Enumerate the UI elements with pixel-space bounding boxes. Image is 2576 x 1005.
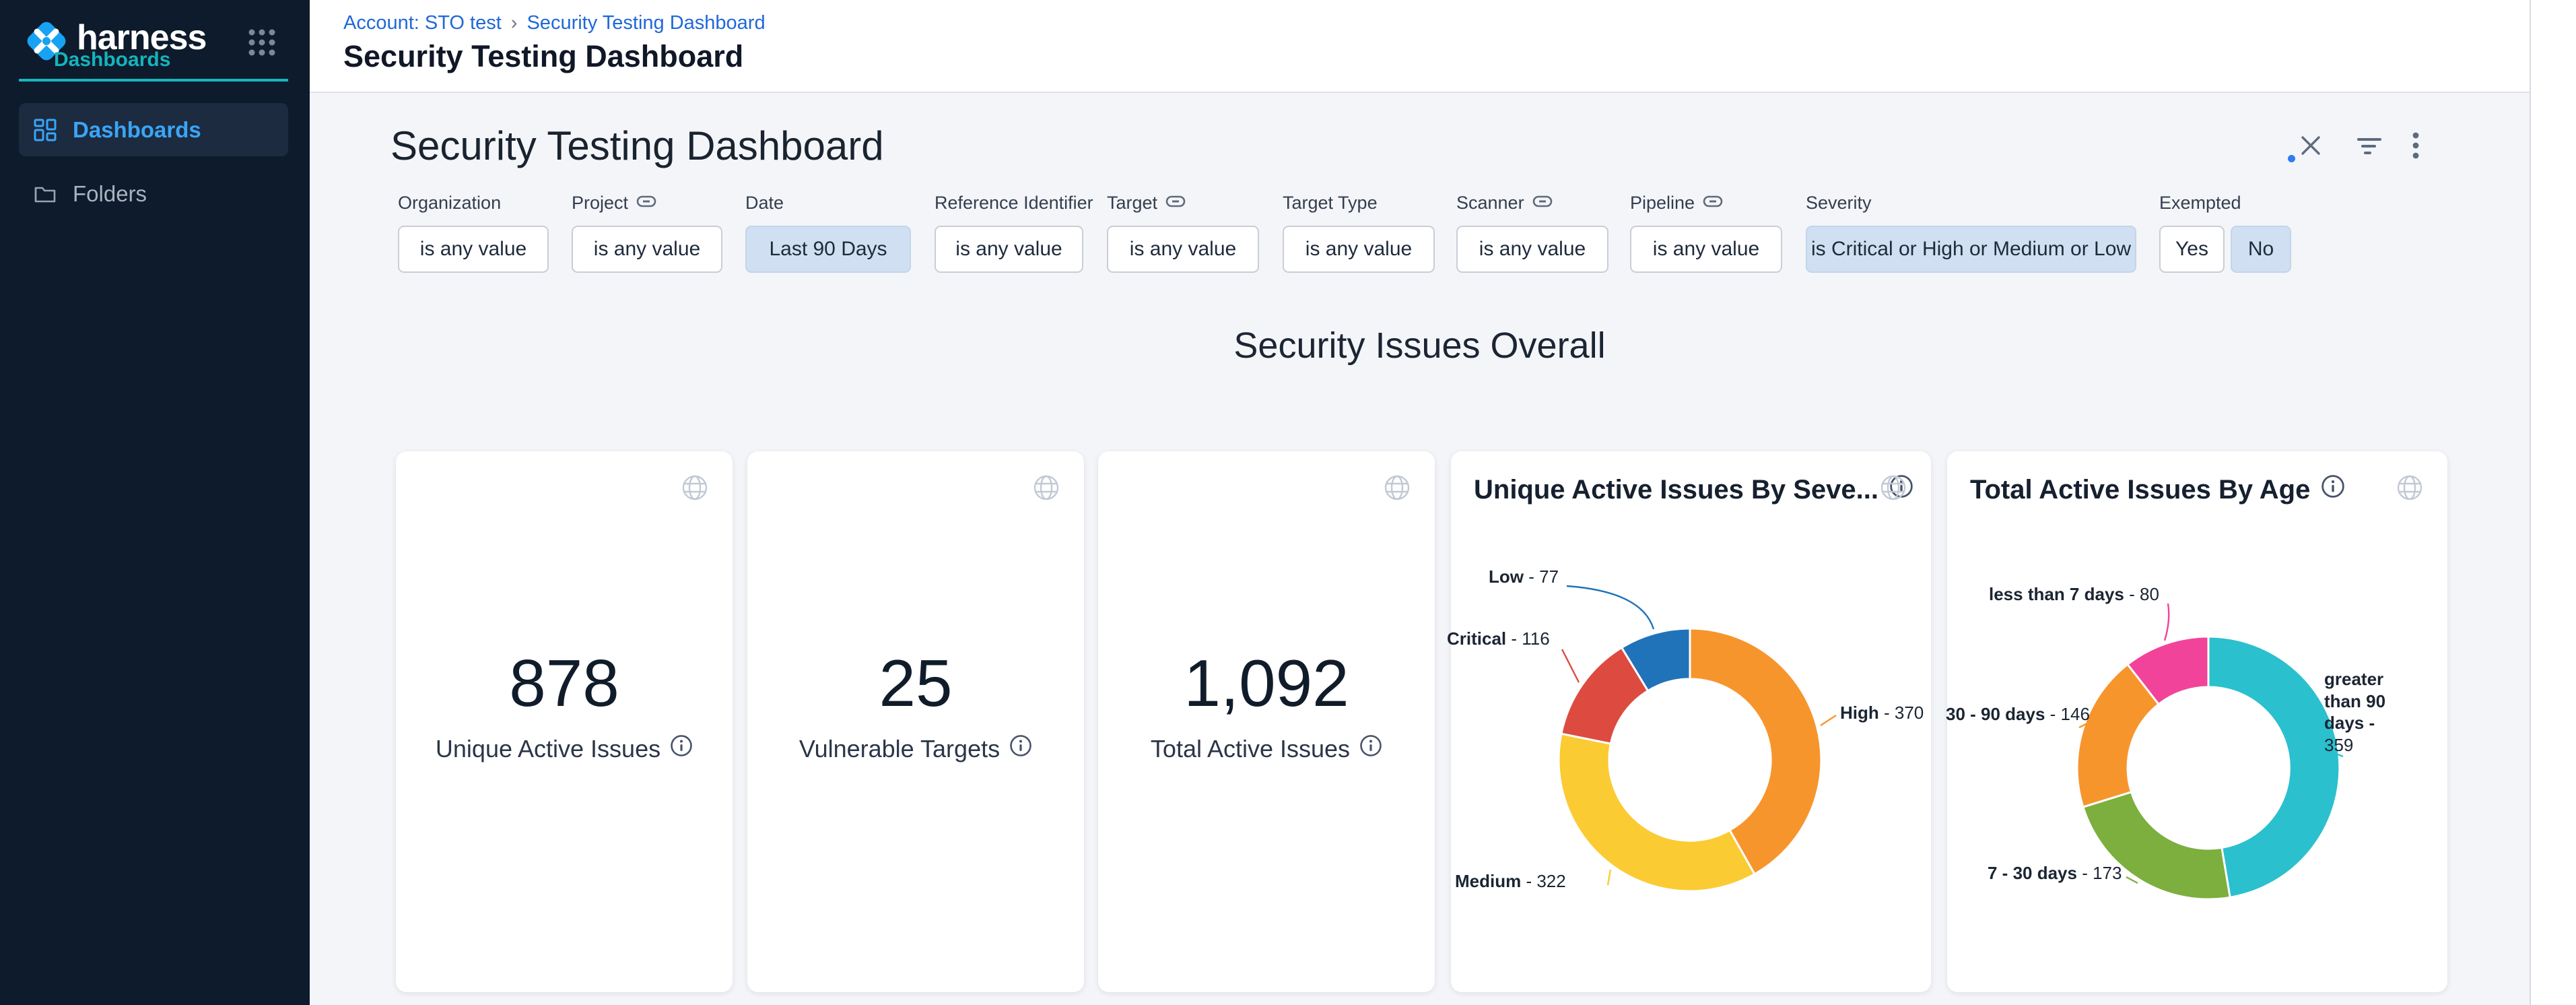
breadcrumb-account-link[interactable]: Account: STO test	[343, 12, 502, 34]
stat-value: 878	[396, 645, 733, 721]
filter-label-target-type: Target Type	[1283, 193, 1378, 214]
dashboard-title: Security Testing Dashboard	[391, 123, 884, 169]
filter-value-scanner[interactable]: is any value	[1456, 226, 1608, 273]
apps-grid-icon[interactable]	[246, 27, 277, 61]
filter-value-organization[interactable]: is any value	[398, 226, 549, 273]
slice-label-low: Low - 77	[1489, 566, 1559, 588]
filter-value-project[interactable]: is any value	[572, 226, 722, 273]
filter-value-date[interactable]: Last 90 Days	[745, 226, 911, 273]
breadcrumb: Account: STO test › Security Testing Dashb…	[343, 12, 766, 34]
stat-tile-vulnerable-targets: 25 Vulnerable Targets	[747, 451, 1084, 992]
filter-value-target-type[interactable]: is any value	[1283, 226, 1435, 273]
slice-label-30-90-days: 30 - 90 days - 146	[1946, 703, 2090, 725]
stat-tile-unique-active-issues: 878 Unique Active Issues	[396, 451, 733, 992]
slice-label-high: High - 370	[1840, 702, 1924, 724]
globe-icon[interactable]	[1382, 473, 1412, 506]
filter-value-target[interactable]: is any value	[1107, 226, 1259, 273]
filter-label-target: Target	[1107, 193, 1186, 214]
label-leader-line	[1821, 715, 1836, 725]
breadcrumb-separator: ›	[511, 12, 518, 34]
slice-label-medium: Medium - 322	[1455, 870, 1566, 893]
filter-label-project: Project	[572, 193, 656, 214]
slice-label-critical: Critical - 116	[1447, 628, 1550, 650]
filter-label-reference-identifier: Reference Identifier	[935, 193, 1093, 214]
breadcrumb-dashboard-link[interactable]: Security Testing Dashboard	[527, 12, 765, 34]
filter-label-scanner: Scanner	[1456, 193, 1553, 214]
page-title: Security Testing Dashboard	[343, 39, 743, 74]
donut-tile-total-active-issues-by-age: Total Active Issues By Agegreater than 9…	[1947, 451, 2447, 992]
folder-icon	[34, 183, 57, 205]
unsaved-indicator-dot	[2288, 155, 2295, 162]
filter-value-severity[interactable]: is Critical or High or Medium or Low	[1806, 226, 2136, 273]
label-leader-line	[1562, 649, 1579, 682]
linked-filter-icon	[1532, 193, 1553, 214]
filter-label-severity: Severity	[1806, 193, 1872, 214]
stat-value: 25	[747, 645, 1084, 721]
slice-label-7-30-days: 7 - 30 days - 173	[1988, 862, 2122, 884]
info-icon[interactable]	[670, 734, 693, 763]
section-title: Security Issues Overall	[310, 325, 2530, 366]
filter-label-exempted: Exempted	[2159, 193, 2241, 214]
stat-label: Unique Active Issues	[396, 734, 733, 763]
module-label[interactable]: Dashboards	[54, 48, 170, 71]
globe-icon[interactable]	[1031, 473, 1061, 506]
info-icon[interactable]	[1359, 734, 1382, 763]
stat-label: Total Active Issues	[1098, 734, 1435, 763]
slice-label-greater-than-90-days: greater than 90 days - 359	[2324, 668, 2400, 756]
filter-label-organization: Organization	[398, 193, 501, 214]
exempted-option-no[interactable]: No	[2231, 226, 2291, 273]
dashboard-content: Security Testing Dashboard Organization i…	[310, 94, 2530, 1005]
stat-value: 1,092	[1098, 645, 1435, 721]
stat-tile-total-active-issues: 1,092 Total Active Issues	[1098, 451, 1435, 992]
clear-filters-icon[interactable]	[2299, 133, 2323, 161]
dashboards-grid-icon	[34, 119, 57, 141]
donut-slice-greater-than-90-days[interactable]	[2208, 637, 2340, 897]
donut-slice-high[interactable]	[1690, 628, 1821, 874]
stat-label: Vulnerable Targets	[747, 734, 1084, 763]
label-leader-line	[1567, 586, 1654, 629]
donut-tile-unique-active-issues-by-seve: Unique Active Issues By Seve...High - 37…	[1451, 451, 1931, 992]
scrollbar-gutter[interactable]	[2530, 0, 2576, 1005]
label-leader-line	[1608, 870, 1611, 885]
filter-label-date: Date	[745, 193, 784, 214]
globe-icon[interactable]	[680, 473, 710, 506]
filter-value-reference-identifier[interactable]: is any value	[935, 226, 1083, 273]
exempted-option-yes[interactable]: Yes	[2159, 226, 2225, 273]
label-leader-line	[2165, 604, 2169, 641]
page-header: Account: STO test › Security Testing Dashb…	[310, 0, 2530, 93]
linked-filter-icon	[1703, 193, 1723, 214]
filter-icon[interactable]	[2357, 133, 2382, 161]
filter-label-pipeline: Pipeline	[1630, 193, 1723, 214]
linked-filter-icon	[636, 193, 656, 214]
donut-slice-medium[interactable]	[1559, 734, 1755, 891]
info-icon[interactable]	[1009, 734, 1032, 763]
linked-filter-icon	[1165, 193, 1186, 214]
sidebar-item-folders[interactable]: Folders	[19, 167, 288, 220]
filter-value-pipeline[interactable]: is any value	[1630, 226, 1782, 273]
sidebar: harness Dashboards Dashboards Folders	[0, 0, 310, 1005]
slice-label-less-than-7-days: less than 7 days - 80	[1989, 583, 2159, 606]
sidebar-item-label: Dashboards	[73, 117, 201, 143]
sidebar-item-label: Folders	[73, 181, 147, 207]
kebab-menu-icon[interactable]	[2412, 132, 2420, 164]
sidebar-item-dashboards[interactable]: Dashboards	[19, 103, 288, 156]
sidebar-divider	[19, 79, 288, 82]
